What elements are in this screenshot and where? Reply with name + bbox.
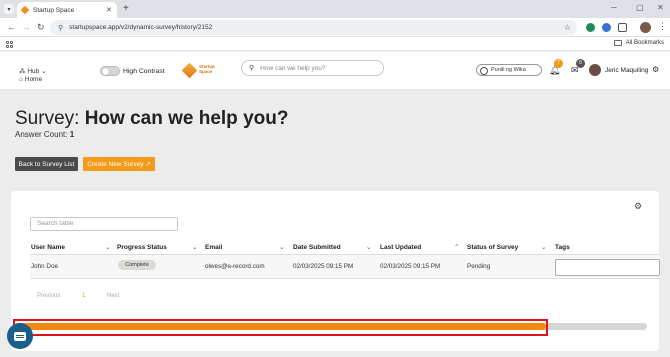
minimize-icon[interactable]: ─: [611, 3, 617, 12]
window-close-icon[interactable]: ✕: [657, 3, 664, 12]
cell-user-name: John Doe: [31, 263, 58, 270]
pagination-page[interactable]: 1: [82, 293, 85, 299]
browser-tabstrip: ▾ Startup Space ✕ + ─ ▢ ✕: [0, 0, 670, 18]
table-search-input[interactable]: Search table: [30, 217, 178, 231]
answer-count-label: Answer Count:: [15, 130, 68, 139]
address-bar: ← → ↻ ⚲ startupspace.app/v2/dynamic-surv…: [0, 18, 670, 37]
user-avatar[interactable]: [589, 64, 601, 76]
home-icon: ⌂: [19, 76, 23, 83]
cell-last-updated: 02/03/2025 09:15 PM: [380, 263, 441, 270]
page-title-prefix: Survey:: [15, 108, 80, 129]
home-label: Home: [24, 76, 43, 83]
help-search-input[interactable]: ⚲ How can we help you?: [241, 60, 384, 76]
progress-status-badge: Complete: [118, 260, 156, 270]
logo-text: Startup Space: [199, 64, 215, 74]
folder-icon: [613, 40, 622, 46]
extension-icon[interactable]: [602, 23, 611, 32]
user-name[interactable]: Jeric Maquiling: [605, 67, 648, 74]
pagination-previous[interactable]: Previous: [37, 293, 60, 299]
high-contrast-toggle[interactable]: [100, 66, 120, 76]
site-info-icon[interactable]: ⚲: [58, 24, 63, 32]
chevron-down-icon[interactable]: ⌄: [105, 243, 110, 251]
extensions-puzzle-icon[interactable]: [618, 23, 627, 32]
hub-menu[interactable]: ⁂ Hub ⌄: [19, 67, 47, 75]
browser-menu-icon[interactable]: ⋮: [658, 21, 667, 32]
back-button-label: Back to Survey List: [18, 160, 75, 168]
all-bookmarks-label: All Bookmarks: [625, 40, 664, 46]
column-header-last-updated[interactable]: Last Updated: [380, 244, 421, 251]
chevron-down-icon[interactable]: ⌄: [366, 243, 371, 251]
back-icon[interactable]: ←: [7, 22, 16, 32]
bookmarks-bar: All Bookmarks: [0, 37, 670, 51]
chevron-down-icon[interactable]: ⌄: [541, 243, 546, 251]
column-header-user-name[interactable]: User Name: [31, 244, 65, 251]
logo-mark-icon: [181, 62, 198, 79]
page-title-main: How can we help you?: [84, 108, 289, 129]
cell-date-submitted: 02/03/2025 09:15 PM: [293, 263, 354, 270]
gear-icon[interactable]: ⚙: [652, 65, 659, 74]
favicon-icon: [20, 5, 30, 15]
column-header-progress-status[interactable]: Progress Status: [117, 244, 167, 251]
create-new-survey-button[interactable]: Create New Survey ↗: [83, 157, 155, 171]
notification-badge: 7: [554, 59, 563, 68]
high-contrast-label: High Contrast: [123, 68, 165, 75]
column-header-email[interactable]: Email: [205, 244, 222, 251]
cell-status: Pending: [467, 263, 491, 270]
app-header: ⁂ Hub ⌄ ⌂ Home High Contrast Startup Spa…: [0, 52, 670, 90]
create-button-label: Create New Survey: [87, 160, 144, 168]
language-select[interactable]: Punili ng Wika: [476, 64, 542, 76]
tab-title: Startup Space: [33, 6, 75, 14]
forward-icon[interactable]: →: [22, 22, 31, 32]
chat-bubble-icon: [14, 331, 26, 341]
table-settings-gear-icon[interactable]: ⚙: [634, 201, 642, 212]
language-label: Punili ng Wika: [491, 67, 526, 73]
back-to-survey-list-button[interactable]: Back to Survey List: [15, 157, 78, 171]
all-bookmarks[interactable]: All Bookmarks: [613, 40, 664, 46]
hub-label: Hub: [27, 68, 40, 75]
cell-email: olwes@e-record.com: [205, 263, 265, 270]
maximize-icon[interactable]: ▢: [636, 3, 644, 12]
hub-icon: ⁂: [19, 68, 26, 75]
chevron-down-icon[interactable]: ⌄: [192, 243, 197, 251]
extension-icon[interactable]: [586, 23, 595, 32]
tags-input[interactable]: [555, 259, 660, 276]
tab-close-icon[interactable]: ✕: [106, 6, 112, 14]
help-search-placeholder: How can we help you?: [260, 64, 326, 72]
url-text: startupspace.app/v2/dynamic-survey/histo…: [69, 24, 213, 31]
new-tab-icon[interactable]: +: [123, 3, 129, 15]
chat-support-button[interactable]: [7, 323, 33, 349]
chevron-up-icon[interactable]: ⌃: [454, 243, 459, 251]
browser-tab[interactable]: Startup Space ✕: [17, 2, 117, 18]
bookmark-star-icon[interactable]: ☆: [564, 23, 571, 32]
profile-avatar[interactable]: [640, 22, 651, 33]
chevron-down-icon[interactable]: ⌄: [279, 243, 284, 251]
startup-space-logo[interactable]: Startup Space: [181, 62, 224, 80]
toggle-knob: [102, 68, 109, 75]
column-header-tags[interactable]: Tags: [555, 244, 570, 251]
messages-badge: 0: [576, 59, 585, 68]
answer-count-value: 1: [69, 130, 75, 139]
apps-grid-icon[interactable]: [6, 41, 13, 48]
table-search-placeholder: Search table: [37, 220, 74, 227]
home-link[interactable]: ⌂ Home: [19, 76, 42, 83]
tab-search-icon[interactable]: ▾: [4, 4, 14, 14]
reload-icon[interactable]: ↻: [37, 22, 45, 32]
highlight-box: [13, 319, 548, 336]
column-header-date-submitted[interactable]: Date Submitted: [293, 244, 341, 251]
globe-icon: [480, 66, 488, 75]
search-icon: ⚲: [249, 65, 255, 72]
column-header-status[interactable]: Status of Survey: [467, 244, 518, 251]
external-link-icon: ↗: [145, 161, 151, 168]
pagination-next[interactable]: Next: [107, 293, 119, 299]
chevron-down-icon: ⌄: [41, 68, 47, 75]
page-title: Survey: How can we help you?: [15, 108, 288, 130]
answer-count: Answer Count: 1: [15, 130, 74, 139]
url-field[interactable]: ⚲ startupspace.app/v2/dynamic-survey/his…: [50, 20, 577, 35]
